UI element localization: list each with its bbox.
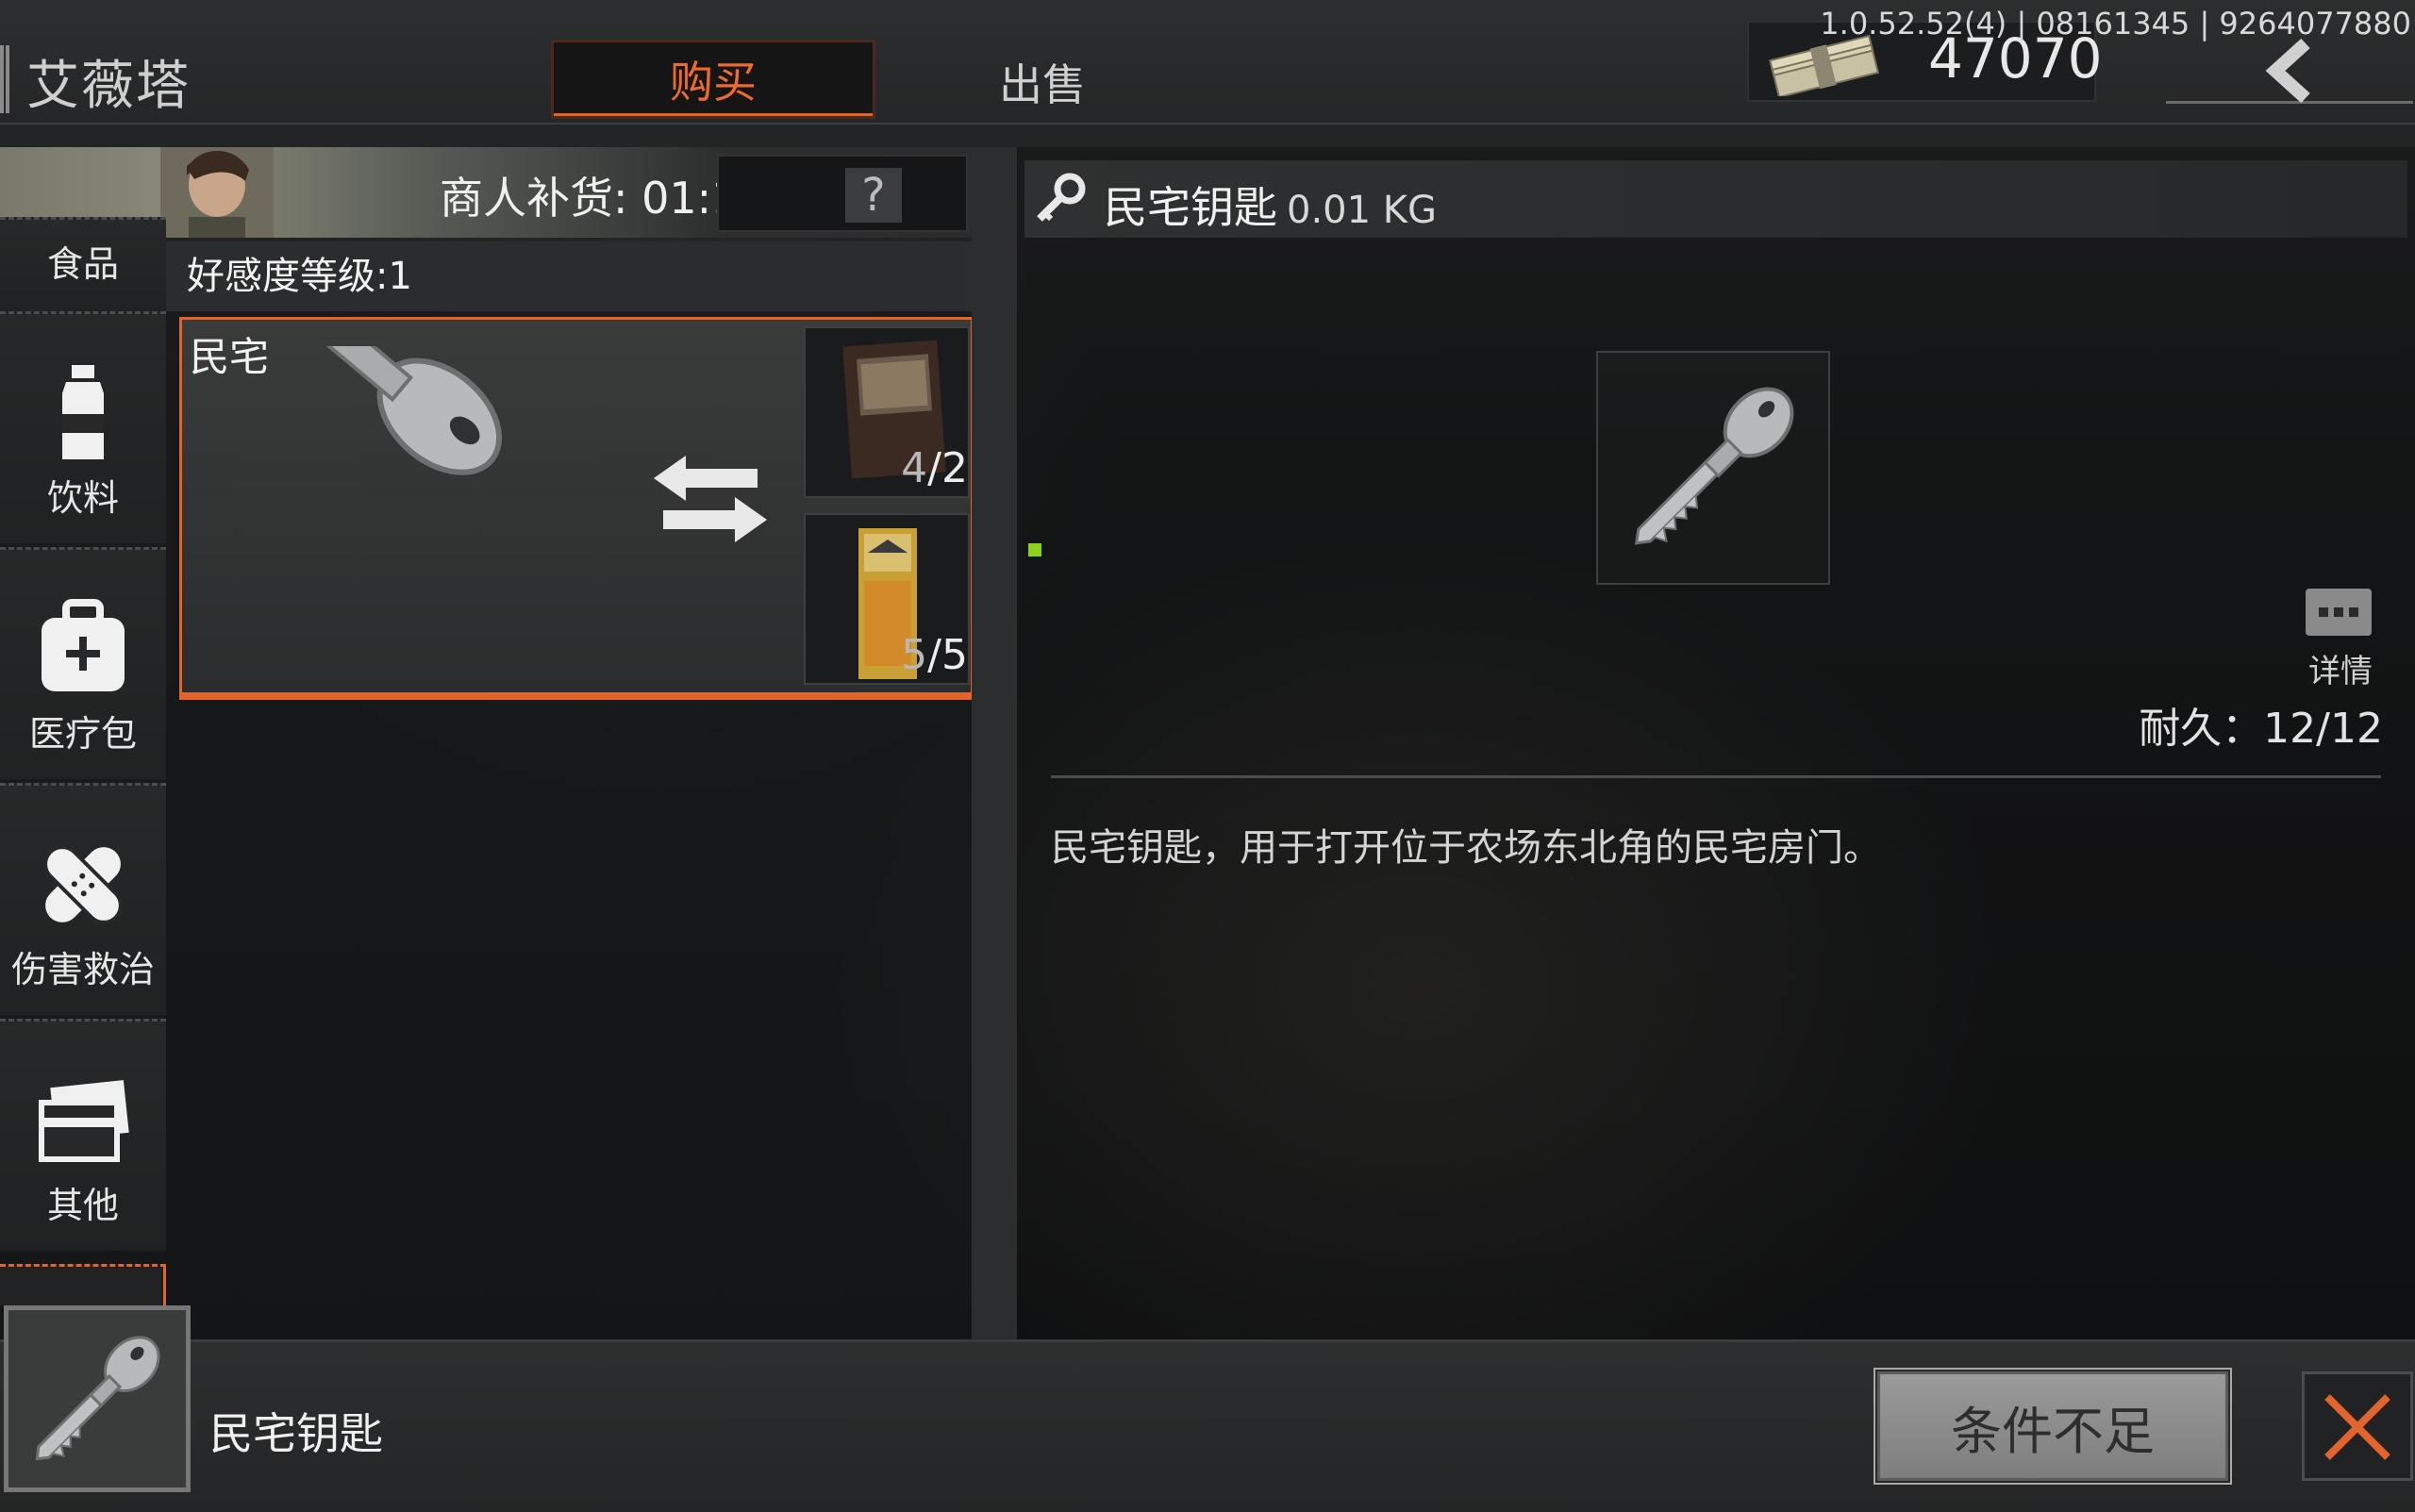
close-icon <box>2324 1394 2390 1460</box>
status-marker <box>1028 543 1041 557</box>
item-name: 民宅钥匙 <box>1104 182 1277 233</box>
requirement-item[interactable]: 5/5 <box>804 513 970 685</box>
category-food[interactable]: 食品 <box>0 217 166 311</box>
requirement-count: 4/2 <box>901 444 968 492</box>
details-label: 详情 <box>2308 653 2373 690</box>
detail-divider <box>1051 775 2381 778</box>
category-label: 其他 <box>46 1185 119 1226</box>
item-description: 民宅钥匙，用于打开位于农场东北角的民宅房门。 <box>1051 826 1881 870</box>
help-box <box>717 155 968 232</box>
category-scroll-indicator <box>0 1264 166 1305</box>
affinity-level: 好感度等级:1 <box>166 241 972 311</box>
details-button[interactable]: 详情 <box>2298 585 2383 690</box>
chevron-left-icon <box>2265 38 2310 104</box>
key-icon <box>35 1336 160 1461</box>
bandage-icon <box>43 845 123 924</box>
requirement-count: 5/5 <box>901 631 968 679</box>
category-label: 伤害救治 <box>10 949 155 990</box>
item-detail-header: 民宅钥匙 0.01 KG <box>1024 160 2407 238</box>
swap-arrows-icon <box>654 456 767 542</box>
selected-item-thumbnail <box>4 1305 191 1492</box>
merchant-marker <box>0 45 9 113</box>
close-button[interactable] <box>2302 1371 2413 1481</box>
bottle-icon <box>62 365 104 459</box>
trade-card-underline <box>179 692 974 700</box>
item-preview <box>1596 351 1830 585</box>
trade-button-disabled[interactable]: 条件不足 <box>1874 1368 2232 1485</box>
item-weight: 0.01 KG <box>1287 189 1438 232</box>
category-injury-care[interactable]: 伤害救治 <box>0 783 166 1015</box>
version-label: 1.0.52.52(4) | 08161345 | 9264077880 <box>1820 6 2411 42</box>
medkit-icon <box>42 599 125 691</box>
key-icon <box>309 346 503 475</box>
back-button[interactable] <box>2166 38 2413 104</box>
requirement-item[interactable]: 4/2 <box>804 326 970 498</box>
category-label: 医疗包 <box>28 713 137 755</box>
tab-sell[interactable]: 出售 <box>943 49 1141 115</box>
durability-value: 耐久：12/12 <box>2139 705 2383 753</box>
help-button[interactable]: ? <box>845 168 902 223</box>
key-icon <box>1634 387 1794 545</box>
category-label: 食品 <box>46 243 119 285</box>
cards-icon <box>39 1080 129 1162</box>
merchant-name: 艾薇塔 <box>26 56 191 117</box>
tab-buy[interactable]: 购买 <box>551 40 875 119</box>
item-title: 民宅钥匙 0.01 KG <box>1104 174 1437 236</box>
key-icon <box>1037 173 1086 222</box>
more-icon <box>2306 589 2372 636</box>
category-label: 饮料 <box>46 477 119 519</box>
panel-divider <box>972 147 1017 1339</box>
category-other[interactable]: 其他 <box>0 1019 166 1251</box>
restock-label: 商人补货: <box>440 173 628 224</box>
category-medkit[interactable]: 医疗包 <box>0 547 166 779</box>
merchant-avatar <box>160 147 274 238</box>
category-drinks[interactable]: 饮料 <box>0 311 166 543</box>
selected-item-name: 民宅钥匙 <box>209 1408 383 1459</box>
